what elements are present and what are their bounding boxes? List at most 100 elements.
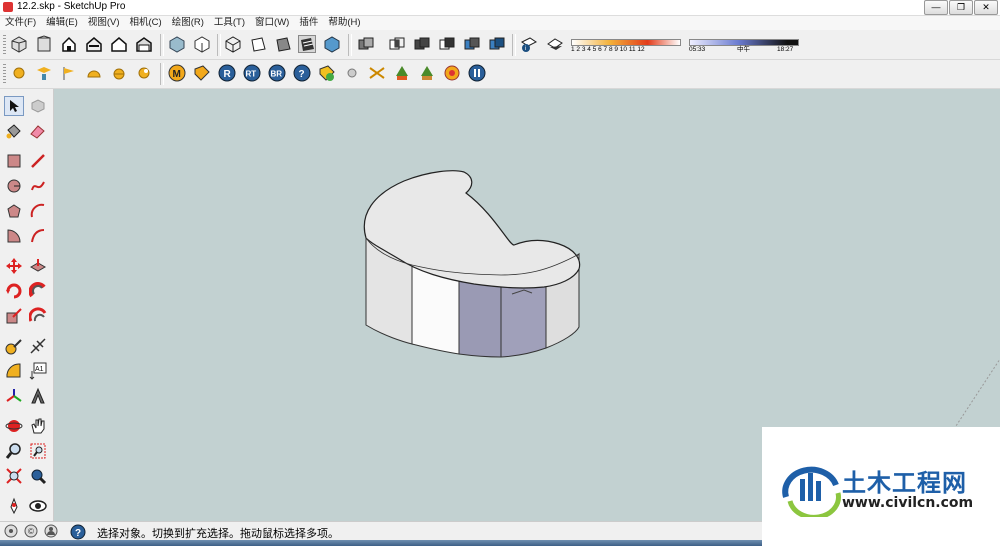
tape-measure-tool[interactable]	[4, 336, 24, 356]
plugin-rt-button[interactable]: RT	[243, 64, 261, 82]
plugin-br-button[interactable]: BR	[268, 64, 286, 82]
svg-text:A1: A1	[35, 366, 44, 373]
menu-edit[interactable]: 编辑(E)	[41, 16, 83, 30]
views-back-icon[interactable]	[110, 35, 128, 53]
scale-tool[interactable]	[4, 306, 24, 326]
zoom-extents-tool[interactable]	[4, 466, 24, 486]
geolocation-icon[interactable]	[4, 524, 18, 541]
line-tool[interactable]	[28, 151, 48, 171]
3d-text-tool[interactable]	[28, 386, 48, 406]
menu-draw[interactable]: 绘图(R)	[167, 16, 209, 30]
previous-view-tool[interactable]	[28, 466, 48, 486]
look-around-tool[interactable]	[28, 496, 48, 516]
two-point-arc-tool[interactable]	[28, 226, 48, 246]
make-component-tool[interactable]	[28, 96, 48, 116]
svg-text:i: i	[525, 46, 526, 52]
minimize-button[interactable]: —	[924, 0, 948, 15]
views-front-icon[interactable]	[60, 35, 78, 53]
protractor-tool[interactable]	[4, 361, 24, 381]
pause-icon[interactable]	[468, 64, 486, 82]
polygon-tool[interactable]	[4, 201, 24, 221]
freehand-tool[interactable]	[28, 176, 48, 196]
follow-me-tool[interactable]	[28, 281, 48, 301]
scissors-icon[interactable]	[368, 64, 386, 82]
credits-icon[interactable]: ©	[24, 524, 38, 541]
position-camera-tool[interactable]	[4, 496, 24, 516]
tag-icon[interactable]	[193, 64, 211, 82]
monochrome-style-icon[interactable]	[323, 35, 341, 53]
flag-icon[interactable]	[60, 64, 78, 82]
intersect-icon[interactable]	[388, 35, 406, 53]
display-shadows-icon[interactable]	[546, 35, 564, 53]
toolbar-grip[interactable]	[3, 64, 6, 84]
menu-camera[interactable]: 相机(C)	[124, 16, 166, 30]
menu-file[interactable]: 文件(F)	[0, 16, 41, 30]
shadow-time-slider[interactable]: 05:33 中午 18:27	[689, 36, 799, 56]
plugin-m-button[interactable]: M	[168, 64, 186, 82]
shadow-time-end: 18:27	[777, 46, 794, 53]
eraser-tool[interactable]	[28, 121, 48, 141]
wireframe-style-icon[interactable]	[224, 35, 242, 53]
views-top-icon[interactable]	[35, 35, 53, 53]
landscape-icon[interactable]	[418, 64, 436, 82]
shaded-style-icon[interactable]	[274, 35, 292, 53]
shaded-textures-style-icon[interactable]	[298, 35, 316, 53]
text-tool[interactable]: A1	[28, 361, 48, 381]
split-icon[interactable]	[488, 35, 506, 53]
civilcn-logo-icon	[782, 466, 841, 517]
paint-bucket-tool[interactable]	[4, 121, 24, 141]
toolbar-grip[interactable]	[3, 35, 6, 55]
views-iso-icon[interactable]	[10, 35, 28, 53]
pie-tool[interactable]	[4, 226, 24, 246]
help-button[interactable]: ?	[293, 64, 311, 82]
menu-plugins[interactable]: 插件	[294, 16, 323, 30]
axes-tool[interactable]	[4, 386, 24, 406]
views-left-icon[interactable]	[135, 35, 153, 53]
circle-tool[interactable]	[4, 176, 24, 196]
shadow-date-slider[interactable]: 1 2 3 4 5 6 7 8 9 10 11 12	[571, 36, 681, 56]
hidden-line-style-icon[interactable]	[249, 35, 267, 53]
tool-palette: A1	[0, 89, 54, 521]
select-tool[interactable]	[4, 96, 24, 116]
subtract-icon[interactable]	[438, 35, 456, 53]
position-camera-icon[interactable]	[35, 64, 53, 82]
outer-shell-icon[interactable]	[357, 35, 375, 53]
torus-icon[interactable]	[135, 64, 153, 82]
menu-window[interactable]: 窗口(W)	[250, 16, 294, 30]
zoom-window-tool[interactable]	[28, 441, 48, 461]
half-sphere-icon[interactable]	[110, 64, 128, 82]
menu-help[interactable]: 帮助(H)	[323, 16, 365, 30]
union-icon[interactable]	[413, 35, 431, 53]
back-edges-style-icon[interactable]	[193, 35, 211, 53]
menu-view[interactable]: 视图(V)	[83, 16, 125, 30]
shadow-time-start: 05:33	[689, 46, 706, 53]
dome-icon[interactable]	[85, 64, 103, 82]
watermark-url: www.civilcn.com	[842, 495, 974, 511]
close-button[interactable]: ✕	[974, 0, 998, 15]
target-icon[interactable]	[443, 64, 461, 82]
dimension-tool[interactable]	[28, 336, 48, 356]
rotate-tool[interactable]	[4, 281, 24, 301]
ball-icon[interactable]	[343, 64, 361, 82]
rectangle-tool[interactable]	[4, 151, 24, 171]
shadow-settings-icon[interactable]: i	[520, 35, 538, 53]
user-account-icon[interactable]	[44, 524, 58, 541]
svg-text:M: M	[173, 69, 181, 80]
sphere-icon[interactable]	[10, 64, 28, 82]
trim-icon[interactable]	[463, 35, 481, 53]
views-right-icon[interactable]	[85, 35, 103, 53]
arc-tool[interactable]	[28, 201, 48, 221]
move-tool[interactable]	[4, 256, 24, 276]
menu-tools[interactable]: 工具(T)	[209, 16, 250, 30]
tag-plus-icon[interactable]	[318, 64, 336, 82]
shadow-time-noon: 中午	[737, 46, 750, 53]
pan-tool[interactable]	[28, 416, 48, 436]
xray-style-icon[interactable]	[168, 35, 186, 53]
zoom-tool[interactable]	[4, 441, 24, 461]
push-pull-tool[interactable]	[28, 256, 48, 276]
restore-button[interactable]: ❐	[949, 0, 973, 15]
plugin-r-button[interactable]: R	[218, 64, 236, 82]
offset-tool[interactable]	[28, 306, 48, 326]
orbit-tool[interactable]	[4, 416, 24, 436]
tree-icon[interactable]	[393, 64, 411, 82]
